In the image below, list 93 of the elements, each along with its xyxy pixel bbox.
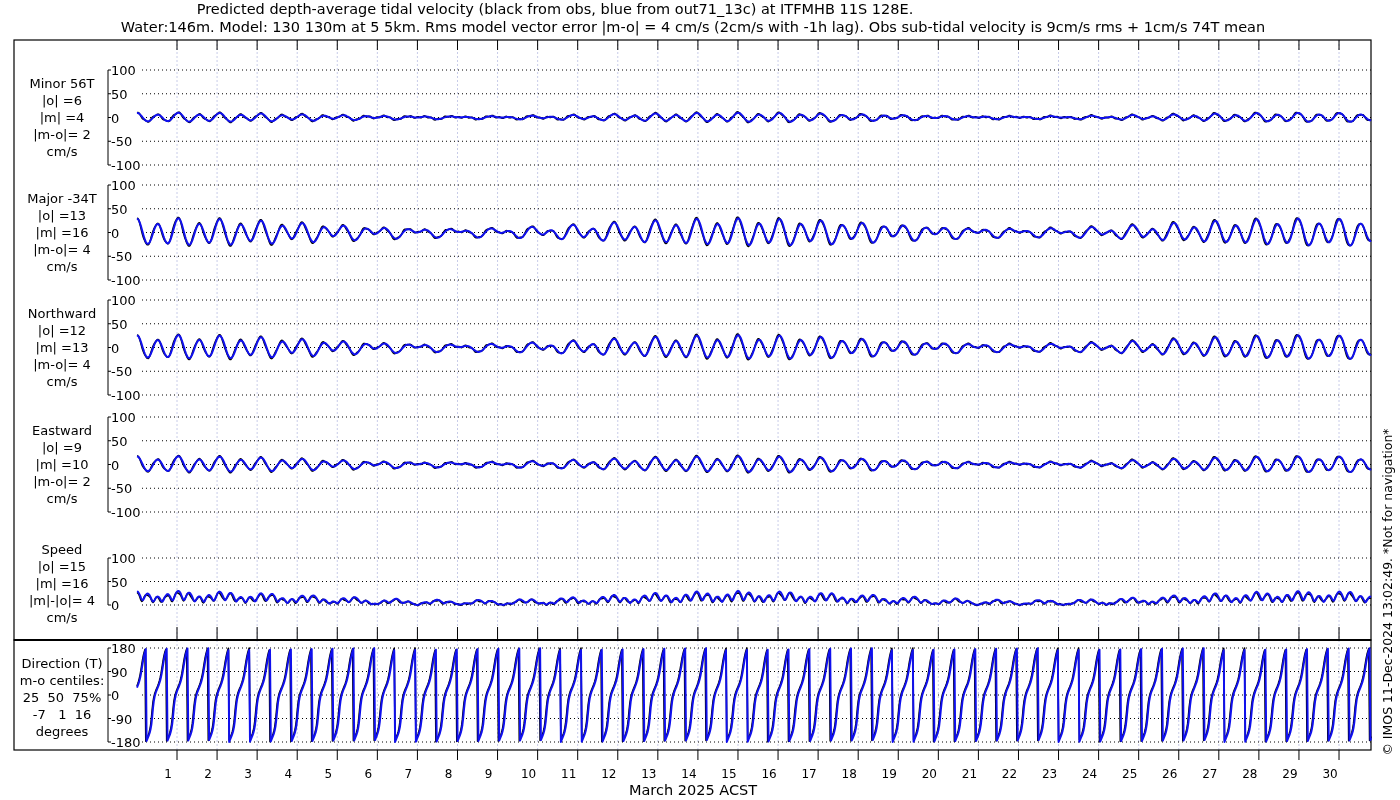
axis-tick-label: 0 — [111, 598, 120, 613]
day-label: 10 — [521, 767, 537, 781]
axis-tick-label: 100 — [111, 551, 136, 566]
panel-label: 25 50 75% — [22, 690, 102, 705]
axis-tick-label: 100 — [111, 410, 136, 425]
day-label: 19 — [881, 767, 897, 781]
axis-tick-label: 50 — [111, 433, 128, 449]
axis-tick-label: -100 — [111, 388, 141, 403]
axis-tick-label: -50 — [111, 249, 133, 265]
y-axis — [107, 557, 112, 606]
day-label: 11 — [561, 767, 577, 781]
day-label: 14 — [681, 767, 697, 781]
axis-tick-label: 100 — [111, 63, 136, 78]
panel-label: |o| =6 — [42, 93, 82, 108]
day-label: 6 — [364, 767, 373, 781]
axis-tick-label: -100 — [111, 158, 141, 173]
panel-label: |m| =16 — [35, 576, 89, 591]
axis-tick-label: -50 — [111, 364, 133, 380]
panel-label: |m| =13 — [35, 340, 89, 355]
axis-tick-label: -50 — [111, 134, 133, 150]
panel-label: Speed — [41, 542, 83, 557]
day-label: 24 — [1081, 767, 1098, 781]
panel-label: cm/s — [46, 610, 78, 625]
axis-tick-label: -100 — [111, 505, 141, 520]
panel-label: |o| =15 — [37, 559, 87, 574]
day-label: 20 — [921, 767, 937, 781]
day-label: 25 — [1122, 767, 1138, 781]
panel-label: Northward — [27, 306, 97, 321]
axis-tick-label: 180 — [111, 641, 136, 656]
day-label: 3 — [244, 767, 252, 781]
day-label: 12 — [601, 767, 617, 781]
panel-label: |m|-|o|= 4 — [28, 593, 96, 608]
day-label: 4 — [284, 767, 293, 781]
day-label: 7 — [404, 767, 413, 781]
day-label: 23 — [1041, 767, 1058, 781]
day-label: 5 — [324, 767, 333, 781]
panel-label: degrees — [35, 724, 89, 739]
day-label: 26 — [1162, 767, 1178, 781]
panel-label: |o| =9 — [42, 440, 82, 455]
day-label: 28 — [1242, 767, 1258, 781]
panel-label: |m-o|= 2 — [33, 474, 91, 489]
axis-tick-label: 0 — [111, 688, 120, 703]
panel-label: Major -34T — [27, 191, 97, 206]
axis-tick-label: 0 — [111, 340, 120, 356]
day-label: 30 — [1322, 767, 1338, 781]
panel-label: cm/s — [46, 259, 78, 274]
day-label: 15 — [721, 767, 737, 781]
axis-tick-label: 0 — [111, 225, 120, 241]
panel-label: m-o centiles: — [19, 673, 105, 688]
axis-tick-label: -100 — [111, 273, 141, 288]
day-label: 8 — [444, 767, 453, 781]
footer-note: © IMOS 11-Dec-2024 13:02:49. *Not for navigation* — [1380, 428, 1395, 756]
day-label: 9 — [484, 767, 493, 781]
panel-label: |m| =16 — [35, 225, 89, 240]
panel-label: Eastward — [32, 423, 92, 438]
panel-label: |m| =4 — [39, 110, 85, 125]
day-label: 16 — [761, 767, 777, 781]
day-label: 2 — [204, 767, 212, 781]
chart-title: Water:146m. Model: 130 130m at 5 5km. Rms model vector error |m-o| = 4 cm/s (2cm/s with -1h lag). Obs sub-tidal velocity is 9cm/s rms + 1cm/s 74T mean — [120, 19, 1266, 35]
axis-tick-label: 0 — [111, 110, 120, 126]
panel-label: cm/s — [46, 144, 78, 159]
day-label: 22 — [1001, 767, 1018, 781]
x-axis-label: March 2025 ACST — [628, 782, 758, 798]
panel-label: |m| =10 — [35, 457, 89, 472]
day-label: 13 — [641, 767, 657, 781]
panel-label: cm/s — [46, 374, 78, 389]
panel-label: -7 1 16 — [32, 707, 92, 722]
axis-tick-label: 50 — [111, 201, 128, 217]
panel-label: |o| =13 — [37, 208, 87, 223]
axis-tick-label: 100 — [111, 293, 136, 308]
panel-label: cm/s — [46, 491, 78, 506]
day-label: 27 — [1202, 767, 1218, 781]
axis-tick-label: 100 — [111, 178, 136, 193]
panel-label: |m-o|= 4 — [33, 357, 91, 372]
panel-label: Direction (T) — [21, 656, 103, 671]
axis-tick-label: 50 — [111, 316, 128, 332]
day-label: 18 — [841, 767, 857, 781]
axis-tick-label: -50 — [111, 481, 133, 497]
axis-tick-label: -180 — [111, 735, 141, 750]
axis-tick-label: 50 — [111, 574, 128, 590]
axis-tick-label: 50 — [111, 86, 128, 102]
day-label: 1 — [164, 767, 172, 781]
panel-label: |o| =12 — [37, 323, 87, 338]
axis-tick-label: 0 — [111, 457, 120, 473]
axis-tick-label: 90 — [111, 664, 128, 680]
day-label: 17 — [801, 767, 817, 781]
axis-tick-label: -90 — [111, 711, 133, 727]
panel-label: |m-o|= 2 — [33, 127, 91, 142]
day-label: 29 — [1282, 767, 1298, 781]
panel-label: Minor 56T — [29, 76, 95, 91]
chart-title: Predicted depth-average tidal velocity (black from obs, blue from out71_13c) at ITFMHB 11S 128E. — [196, 1, 914, 17]
day-label: 21 — [961, 767, 978, 781]
panel-label: |m-o|= 4 — [33, 242, 91, 257]
